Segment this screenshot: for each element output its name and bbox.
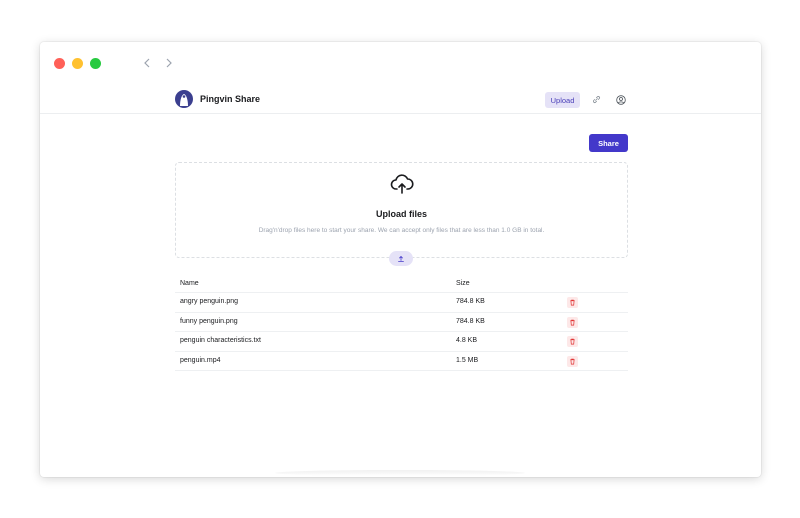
close-window-button[interactable]	[54, 58, 65, 69]
pingvin-logo[interactable]	[175, 90, 193, 108]
file-name: penguin.mp4	[180, 356, 221, 364]
trash-icon[interactable]	[567, 336, 578, 347]
dropzone-description: Drag'n'drop files here to start your sha…	[258, 227, 545, 234]
table-header: Name Size	[175, 278, 628, 293]
cloud-upload-icon	[390, 173, 414, 195]
file-name: penguin characteristics.txt	[180, 337, 261, 344]
link-icon[interactable]	[591, 94, 602, 105]
app-header: Pingvin Share Upload	[40, 86, 761, 114]
table-row: angry penguin.png 784.8 KB	[175, 293, 628, 313]
upload-icon	[398, 255, 404, 262]
file-size: 784.8 KB	[456, 317, 485, 325]
user-circle-icon[interactable]	[615, 94, 626, 105]
file-name: funny penguin.png	[180, 317, 238, 325]
column-header-size: Size	[456, 280, 470, 287]
trash-icon[interactable]	[567, 316, 578, 328]
share-button[interactable]: Share	[589, 134, 628, 152]
file-dropzone[interactable]: Upload files Drag'n'drop files here to s…	[175, 162, 628, 258]
table-row: penguin.mp4 1.5 MB	[175, 352, 628, 371]
trash-icon[interactable]	[567, 355, 578, 367]
scroll-shadow	[275, 470, 525, 476]
browser-window: Pingvin Share Upload Share Upload files …	[40, 42, 761, 477]
file-size: 4.8 KB	[456, 337, 478, 344]
chevron-right-icon[interactable]	[161, 54, 177, 72]
file-name: angry penguin.png	[180, 298, 238, 305]
table-row: funny penguin.png 784.8 KB	[175, 313, 628, 332]
chevron-left-icon[interactable]	[139, 54, 155, 72]
files-table: Name Size angry penguin.png 784.8 KB fun…	[175, 278, 628, 371]
file-size: 784.8 KB	[456, 298, 485, 305]
file-size: 1.5 MB	[456, 356, 479, 364]
upload-nav-button[interactable]: Upload	[545, 92, 580, 108]
dropzone-title: Upload files	[375, 209, 427, 219]
trash-icon[interactable]	[567, 297, 578, 308]
maximize-window-button[interactable]	[90, 58, 101, 69]
title-bar	[40, 42, 761, 84]
upload-files-button[interactable]	[389, 251, 413, 266]
minimize-window-button[interactable]	[72, 58, 83, 69]
table-row: penguin characteristics.txt 4.8 KB	[175, 332, 628, 352]
column-header-name: Name	[180, 280, 199, 287]
brand-name[interactable]: Pingvin Share	[200, 94, 260, 104]
